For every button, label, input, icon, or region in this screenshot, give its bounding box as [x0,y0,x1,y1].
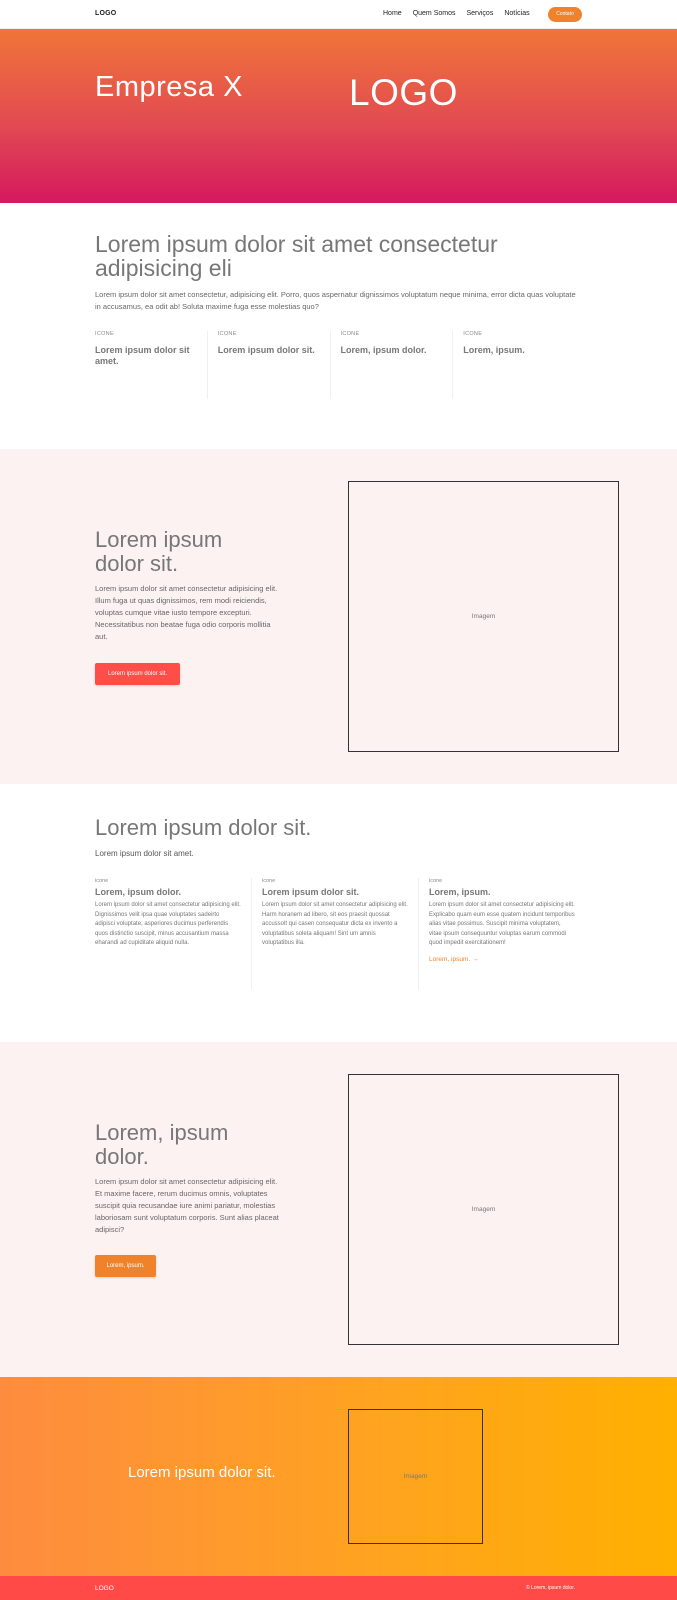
feature-icon: ICONE [217,331,237,337]
intro-title: Lorem ipsum dolor sit amet consectetur a… [95,231,498,281]
feature-icon: ICONE [340,331,360,337]
hero-logo: LOGO [349,72,458,113]
page: LOGO Home Quem Somos Serviços Notícias C… [0,0,677,1600]
feature-title: Lorem, ipsum. [463,345,525,355]
hero-brand: Empresa X [95,71,243,103]
service-title: Lorem ipsum dolor sit. [262,887,360,897]
split1-text: Lorem ipsum dolor sit amet consectetur a… [95,584,278,641]
image-placeholder-label: Imagem [403,1473,428,1480]
cta-band: Lorem ipsum dolor sit. Imagem [0,1377,677,1576]
service-title: Lorem, ipsum dolor. [95,887,182,897]
image-placeholder-label: Imagem [471,1206,496,1213]
service-title: Lorem, ipsum. [429,887,491,897]
hero-banner: Empresa X LOGO [0,29,677,203]
nav-logo[interactable]: LOGO [95,10,116,17]
feature-icon: ICONE [463,331,483,337]
service-icon: icone [429,878,443,884]
service-text: Lorem ipsum dolor sit amet consectetur a… [95,902,241,946]
top-nav: LOGO Home Quem Somos Serviços Notícias C… [0,0,677,29]
split2-image: Imagem [348,1074,619,1345]
split2-button[interactable]: Lorem, ipsum. [95,1255,156,1277]
feature-item: ICONE Lorem, ipsum dolor. [331,331,454,399]
services-subtitle: Lorem ipsum dolor sit amet. [95,849,194,858]
feature-title: Lorem ipsum dolor sit. [217,345,315,355]
band-title: Lorem ipsum dolor sit. [128,1464,276,1481]
services-title: Lorem ipsum dolor sit. [95,815,312,840]
feature-item: ICONE Lorem, ipsum. [453,331,575,399]
footer-copyright: © Lorem, ipsum dolor. [526,1585,575,1591]
feature-item: ICONE Lorem ipsum dolor sit. [208,331,331,399]
split1-image: Imagem [348,481,619,752]
feature-icon: ICONE [95,331,114,337]
split-section-1: Lorem ipsum dolor sit. Lorem ipsum dolor… [0,449,677,784]
service-item: icone Lorem, ipsum. Lorem ipsum dolor si… [419,878,585,990]
service-text: Lorem ipsum dolor sit amet consectetur a… [262,902,408,946]
service-link[interactable]: Lorem, ipsum. → [429,956,575,963]
features-row: ICONE Lorem ipsum dolor sit amet. ICONE … [95,331,575,399]
split1-button[interactable]: Lorem ipsum dolor sit. [95,663,180,685]
service-item: icone Lorem, ipsum dolor. Lorem ipsum do… [95,878,252,990]
nav-item-quem-somos[interactable]: Quem Somos [413,10,456,17]
feature-title: Lorem ipsum dolor sit amet. [95,345,190,366]
nav-menu: Home Quem Somos Serviços Notícias [383,10,530,17]
band-image: Imagem [348,1409,483,1544]
service-icon: icone [95,878,109,884]
footer: LOGO © Lorem, ipsum dolor. [0,1576,677,1600]
feature-title: Lorem, ipsum dolor. [340,345,427,355]
split1-title: Lorem ipsum dolor sit. [95,527,223,576]
nav-item-noticias[interactable]: Notícias [504,10,529,17]
split-section-2: Lorem, ipsum dolor. Lorem ipsum dolor si… [0,1042,677,1377]
feature-item: ICONE Lorem ipsum dolor sit amet. [95,331,208,399]
nav-item-home[interactable]: Home [383,10,402,17]
service-item: icone Lorem ipsum dolor sit. Lorem ipsum… [252,878,419,990]
service-text: Lorem ipsum dolor sit amet consectetur a… [429,902,575,946]
service-icon: icone [262,878,276,884]
nav-item-servicos[interactable]: Serviços [466,10,493,17]
image-placeholder-label: Imagem [471,613,496,620]
split2-text: Lorem ipsum dolor sit amet consectetur a… [95,1177,279,1234]
services-columns: icone Lorem, ipsum dolor. Lorem ipsum do… [95,878,585,990]
contato-button[interactable]: Contato [548,7,582,22]
footer-logo[interactable]: LOGO [95,1585,114,1592]
split2-title: Lorem, ipsum dolor. [95,1120,229,1169]
intro-text: Lorem ipsum dolor sit amet consectetur, … [95,290,576,311]
